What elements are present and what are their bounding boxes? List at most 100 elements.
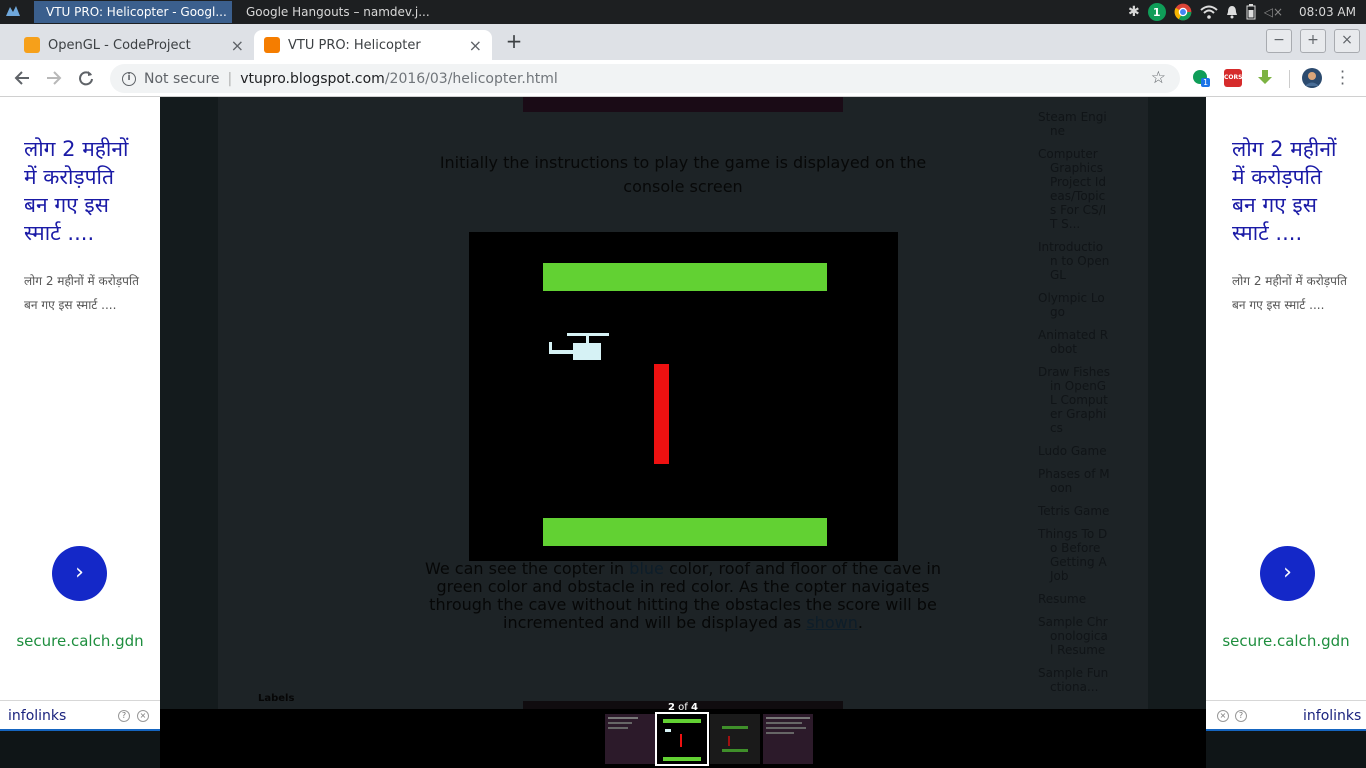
sidebar-link[interactable]: Animated Robot xyxy=(1038,328,1110,356)
volume-muted-icon[interactable]: ◁× xyxy=(1264,5,1283,19)
notification-badge[interactable]: 1 xyxy=(1147,3,1166,21)
download-extension-icon[interactable] xyxy=(1256,69,1274,87)
blogger-favicon-icon xyxy=(264,37,280,53)
image-counter: 2 of 4 xyxy=(160,702,1206,713)
maximize-button[interactable]: + xyxy=(1300,29,1326,53)
ad-help-icon[interactable]: ? xyxy=(1235,710,1247,722)
menu-kebab-icon[interactable]: · · · xyxy=(1340,64,1345,92)
cave-roof xyxy=(543,263,827,291)
clock[interactable]: 08:03 AM xyxy=(1299,5,1356,19)
sidebar-link[interactable]: Draw Fishes in OpenGL Computer Graphics xyxy=(1038,365,1110,435)
image-caption: We can see the copter in blue color, roo… xyxy=(420,560,946,632)
sidebar-link[interactable]: Olympic Logo xyxy=(1038,291,1110,319)
ad-domain[interactable]: secure.calch.gdn xyxy=(1206,632,1366,650)
lightbox-image[interactable] xyxy=(469,232,898,561)
taskbar-item-hangouts[interactable]: Google Hangouts – namdev.j... xyxy=(234,1,434,23)
right-ad-panel[interactable]: लोग 2 महीनों में करोड़पति बन गए इस स्मार… xyxy=(1206,97,1366,731)
cors-extension-icon[interactable]: CORS xyxy=(1224,69,1242,87)
ad-headline[interactable]: लोग 2 महीनों में करोड़पति बन गए इस स्मार… xyxy=(1232,135,1352,247)
caption-link-blue[interactable]: blue xyxy=(629,559,664,578)
sidebar-link[interactable]: Computer Graphics Project Ideas/Topics F… xyxy=(1038,147,1110,231)
security-indicator[interactable]: Not secure xyxy=(144,71,220,87)
omnibox-separator: | xyxy=(227,70,233,87)
hangouts-extension-icon[interactable]: 1 xyxy=(1192,69,1210,87)
bookmark-star-icon[interactable]: ☆ xyxy=(1151,68,1166,88)
app-launcher-icon[interactable] xyxy=(4,4,22,20)
tab-vtu-pro-helicopter[interactable]: VTU PRO: Helicopter × xyxy=(254,30,492,60)
new-tab-button[interactable]: + xyxy=(502,30,526,54)
tab-title: VTU PRO: Helicopter xyxy=(288,37,421,53)
left-ad-panel[interactable]: लोग 2 महीनों में करोड़पति बन गए इस स्मार… xyxy=(0,97,160,731)
counter-total: 4 xyxy=(691,702,698,713)
ad-headline[interactable]: लोग 2 महीनों में करोड़पति बन गए इस स्मार… xyxy=(24,135,144,247)
tab-opengl-codeproject[interactable]: OpenGL - CodeProject × xyxy=(0,30,254,60)
sidebar-link[interactable]: Resume xyxy=(1038,592,1110,606)
extension-badge: 1 xyxy=(1203,78,1209,87)
address-bar[interactable]: i Not secure | vtupro.blogspot.com/2016/… xyxy=(110,64,1180,93)
bell-icon[interactable] xyxy=(1226,5,1238,19)
profile-avatar[interactable] xyxy=(1302,68,1322,88)
caption-link-shown[interactable]: shown xyxy=(806,613,858,632)
ad-footer: infolinks ? × xyxy=(0,700,160,731)
ad-arrow-button[interactable]: › xyxy=(52,546,107,601)
minimize-button[interactable]: − xyxy=(1266,29,1292,53)
ad-body: लोग 2 महीनों में करोड़पति बन गए इस स्मार… xyxy=(1232,274,1347,312)
thumbnail-3[interactable] xyxy=(710,714,760,764)
caption-text: We can see the copter in xyxy=(424,559,630,578)
ad-close-icon[interactable]: × xyxy=(137,710,149,722)
toolbar-separator xyxy=(1289,70,1290,88)
codeproject-favicon-icon xyxy=(24,37,40,53)
back-arrow-icon xyxy=(14,71,29,85)
forward-button[interactable] xyxy=(42,66,66,90)
lightbox-filmstrip: 2 of 4 xyxy=(160,702,1206,768)
tab-close-icon[interactable]: × xyxy=(469,36,482,55)
reload-button[interactable] xyxy=(74,66,98,90)
tab-close-icon[interactable]: × xyxy=(231,36,244,55)
ad-help-icon[interactable]: ? xyxy=(118,710,130,722)
previous-image-bottom xyxy=(523,97,843,112)
ad-footer: × ? infolinks xyxy=(1206,700,1366,731)
system-tray: ✱ 1 ◁× 08:03 AM xyxy=(1128,0,1366,24)
counter-current: 2 xyxy=(668,702,675,713)
sidebar-link[interactable]: Sample Functiona... xyxy=(1038,666,1110,694)
browser-tab-strip: OpenGL - CodeProject × VTU PRO: Helicopt… xyxy=(0,24,1366,60)
reload-icon xyxy=(79,71,93,86)
infolinks-logo[interactable]: infolinks xyxy=(8,708,66,724)
os-taskbar: VTU PRO: Helicopter - Googl... Google Ha… xyxy=(0,0,1366,24)
infolinks-logo[interactable]: infolinks xyxy=(1303,708,1361,724)
close-window-button[interactable]: × xyxy=(1334,29,1360,53)
taskbar-item-chrome[interactable]: VTU PRO: Helicopter - Googl... xyxy=(34,1,232,23)
sidebar-link-list: Steam Engine Computer Graphics Project I… xyxy=(1038,110,1110,703)
ad-domain[interactable]: secure.calch.gdn xyxy=(0,632,160,650)
wifi-icon[interactable] xyxy=(1200,5,1218,19)
ad-body: लोग 2 महीनों में करोड़पति बन गए इस स्मार… xyxy=(24,274,139,312)
sidebar-link[interactable]: Things To Do Before Getting A Job xyxy=(1038,527,1110,583)
forward-arrow-icon xyxy=(47,71,62,85)
ad-underline xyxy=(1206,729,1366,731)
intro-paragraph: Initially the instructions to play the g… xyxy=(439,153,927,196)
sidebar-link[interactable]: Sample Chronological Resume xyxy=(1038,615,1110,657)
thumbnail-4[interactable] xyxy=(763,714,813,764)
caption-text: . xyxy=(857,613,863,632)
url-host[interactable]: vtupro.blogspot.com xyxy=(240,71,385,87)
ad-arrow-button[interactable]: › xyxy=(1260,546,1315,601)
thumbnail-1[interactable] xyxy=(605,714,655,764)
sidebar-link[interactable]: Phases of Moon xyxy=(1038,467,1110,495)
cave-floor xyxy=(543,518,827,546)
page-viewport: Initially the instructions to play the g… xyxy=(0,97,1366,768)
info-icon[interactable]: i xyxy=(122,71,136,86)
taskbar-item-label: VTU PRO: Helicopter - Googl... xyxy=(46,5,227,19)
sidebar-link[interactable]: Ludo Game xyxy=(1038,444,1110,458)
sidebar-link[interactable]: Steam Engine xyxy=(1038,110,1110,138)
bluetooth-icon[interactable]: ✱ xyxy=(1128,4,1140,20)
ad-close-icon[interactable]: × xyxy=(1217,710,1229,722)
battery-icon[interactable] xyxy=(1246,4,1256,20)
chrome-tray-icon[interactable] xyxy=(1174,3,1192,21)
tab-title: OpenGL - CodeProject xyxy=(48,37,191,53)
url-path[interactable]: /2016/03/helicopter.html xyxy=(385,71,558,87)
thumbnail-2[interactable] xyxy=(655,712,709,766)
back-button[interactable] xyxy=(10,66,34,90)
sidebar-link[interactable]: Introduction to OpenGL xyxy=(1038,240,1110,282)
ad-underline xyxy=(0,729,160,731)
sidebar-link[interactable]: Tetris Game xyxy=(1038,504,1110,518)
